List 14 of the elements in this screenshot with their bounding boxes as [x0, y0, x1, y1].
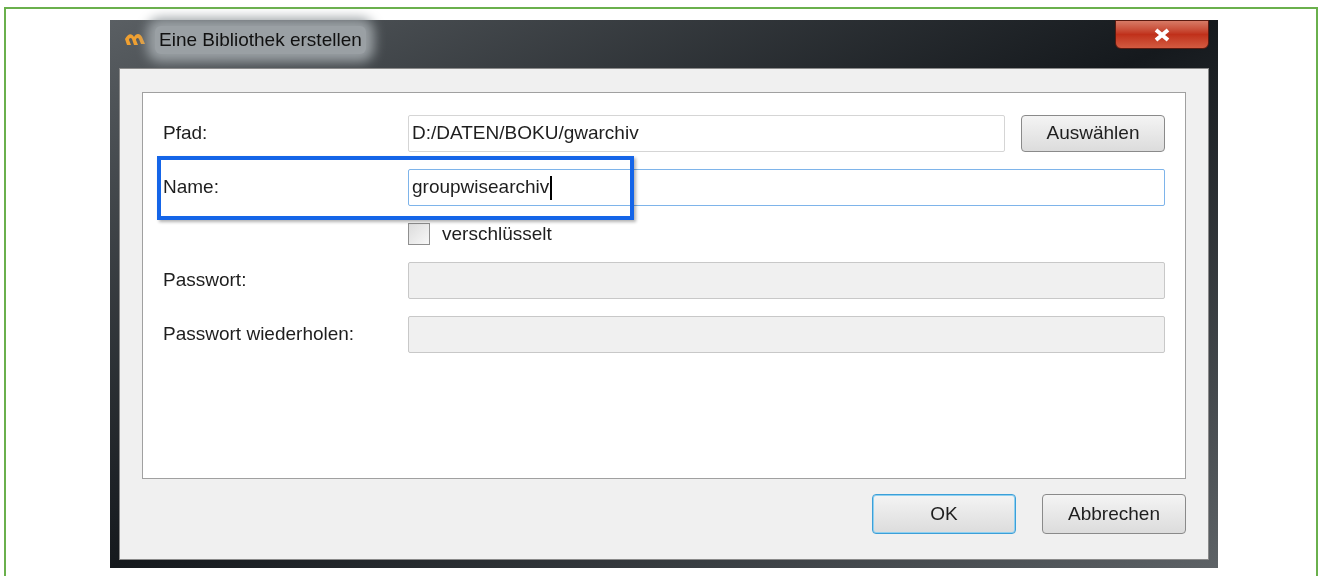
field-label: Pfad: [163, 121, 209, 146]
checkbox[interactable] [408, 223, 430, 245]
text-field[interactable]: D:/DATEN/BOKU/gwarchiv [408, 115, 1005, 152]
dialog-button[interactable]: Abbrechen [1042, 494, 1186, 534]
dialog-button[interactable]: OK [872, 494, 1016, 534]
checkbox-label: verschlüsselt [442, 221, 552, 246]
close-icon [1153, 27, 1171, 42]
field-label: Passwort wiederholen: [163, 322, 356, 347]
text-field[interactable]: groupwisearchiv [408, 169, 1165, 206]
field-label: Passwort: [163, 268, 248, 293]
field-label: Name: [163, 175, 220, 200]
close-button[interactable] [1115, 20, 1209, 49]
choose-button[interactable]: Auswählen [1021, 115, 1165, 152]
window-title: Eine Bibliothek erstellen [155, 25, 366, 55]
